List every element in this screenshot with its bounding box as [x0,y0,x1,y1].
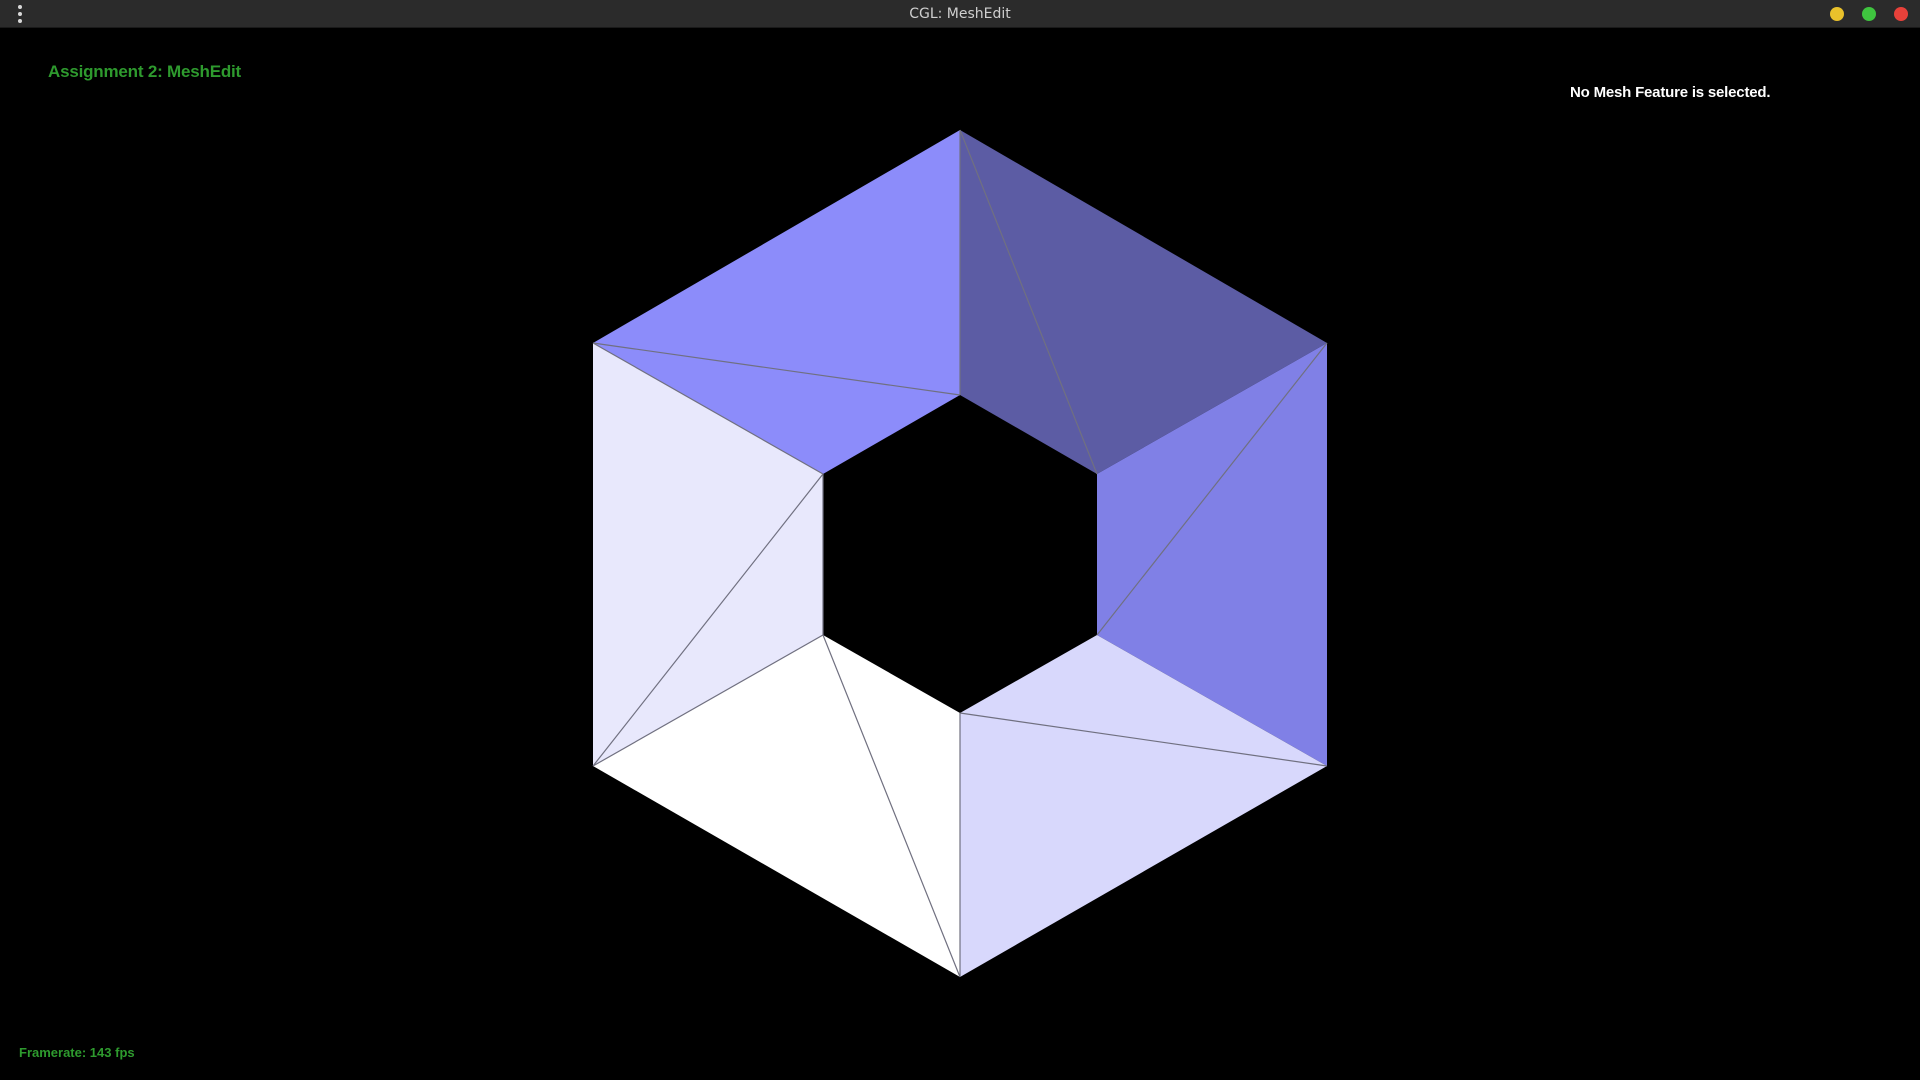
maximize-button[interactable] [1862,7,1876,21]
minimize-button[interactable] [1830,7,1844,21]
framerate-readout: Framerate: 143 fps [19,1045,135,1060]
assignment-title: Assignment 2: MeshEdit [48,62,242,81]
app-window: CGL: MeshEdit Assignment 2: MeshEdit No … [0,0,1920,1080]
mesh-viewport[interactable]: Assignment 2: MeshEdit No Mesh Feature i… [0,28,1920,1080]
title-bar[interactable]: CGL: MeshEdit [0,0,1920,28]
mesh-canvas[interactable] [0,28,1920,1080]
close-button[interactable] [1894,7,1908,21]
selection-status: No Mesh Feature is selected. [1570,84,1771,101]
window-controls [1830,7,1908,21]
window-title: CGL: MeshEdit [909,6,1011,22]
